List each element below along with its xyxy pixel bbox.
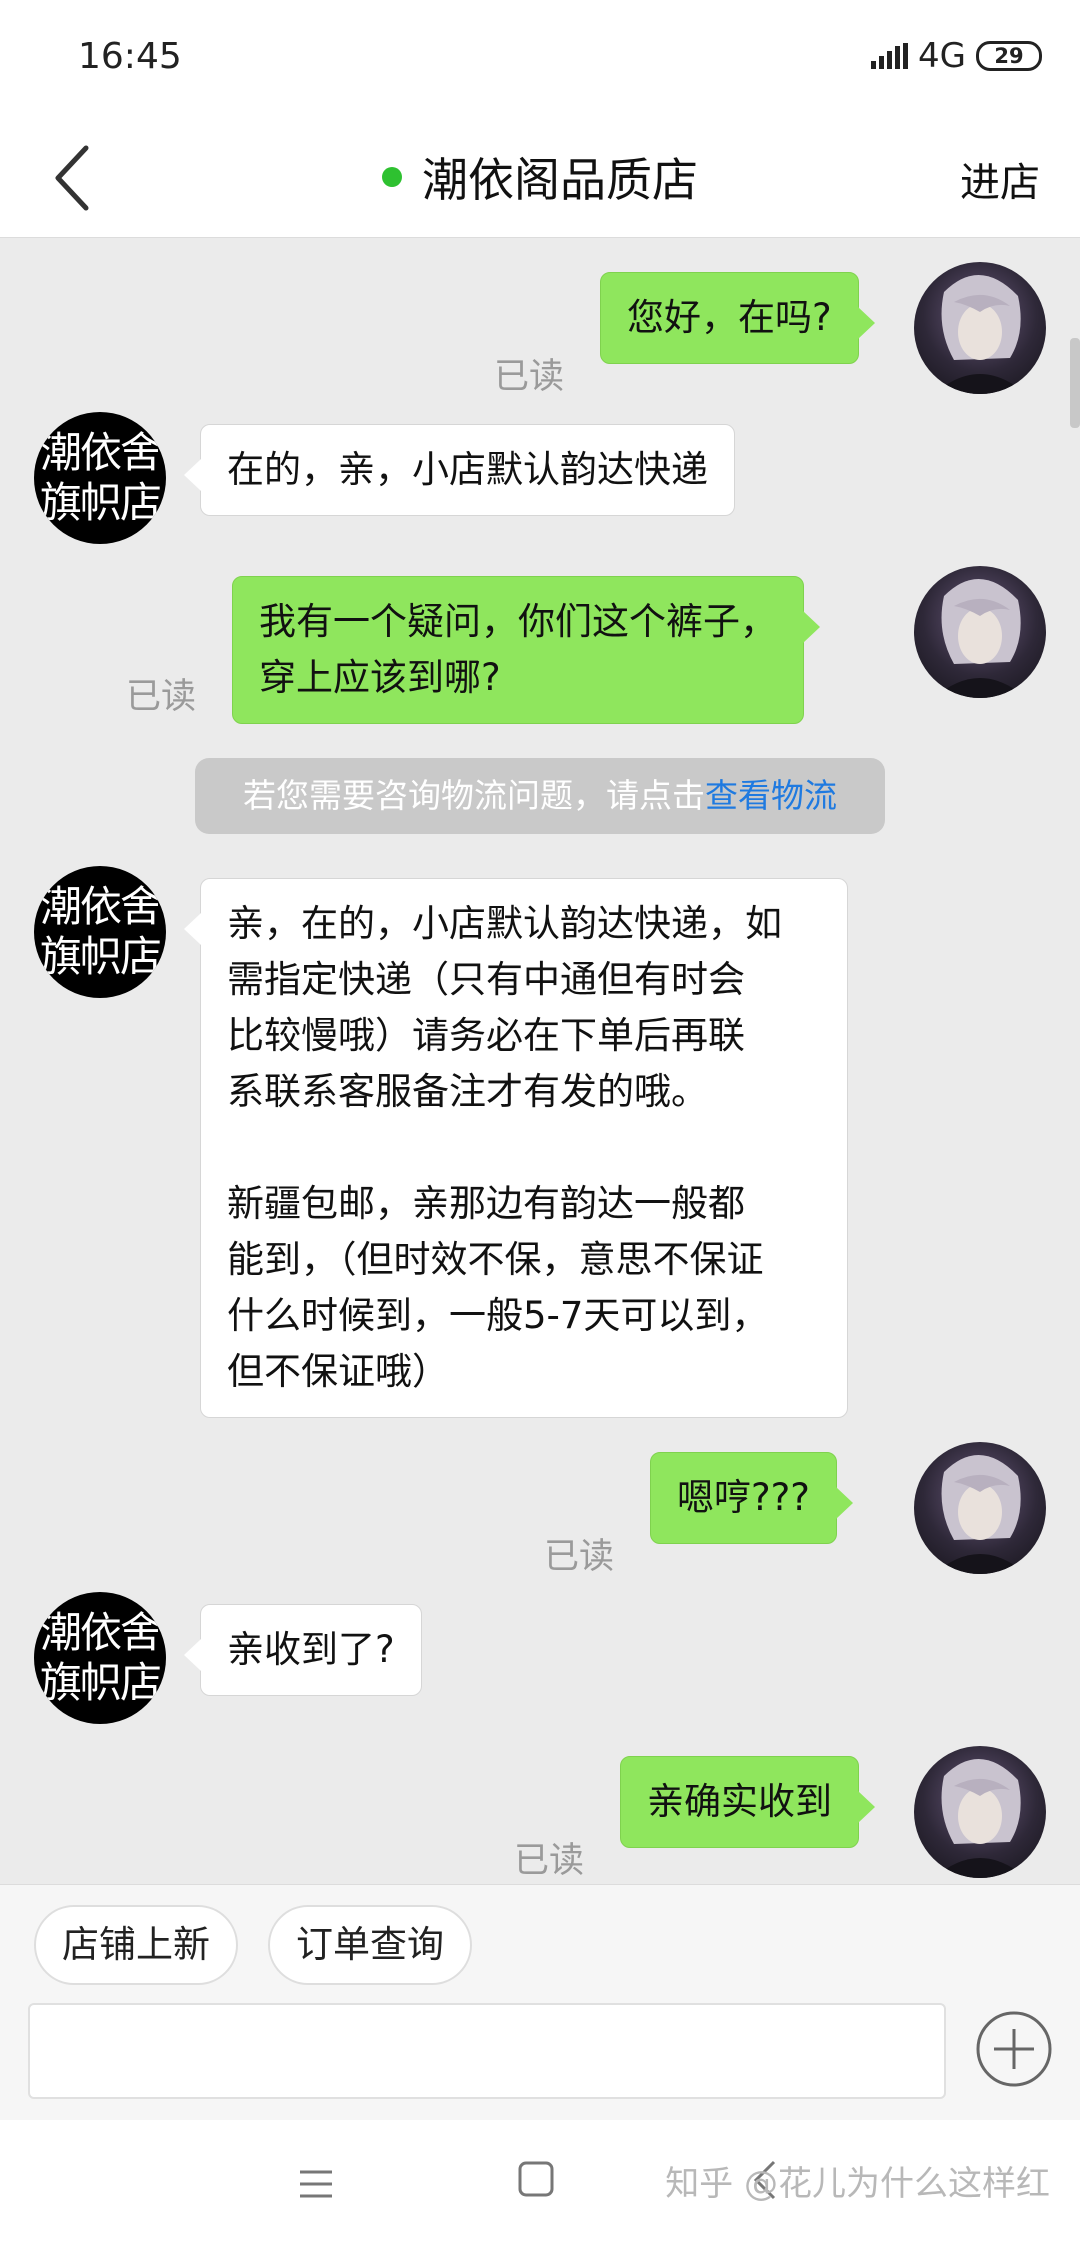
watermark: 知乎 @花儿为什么这样红 bbox=[665, 2164, 1050, 2204]
status-time: 16:45 bbox=[78, 36, 182, 77]
my-message-bubble[interactable]: 您好，在吗? bbox=[600, 272, 875, 364]
menu-button[interactable] bbox=[296, 2164, 336, 2204]
shop-avatar-line2: 旗帜店 bbox=[39, 932, 162, 981]
message-text-line: 需指定快递（只有中通但有时会 bbox=[227, 958, 745, 1001]
signal-icon bbox=[871, 43, 909, 69]
read-status: 已读 bbox=[514, 1841, 585, 1881]
message-text-line: 我有一个疑问，你们这个裤子， bbox=[259, 600, 777, 643]
back-button[interactable] bbox=[40, 138, 110, 218]
message-text: 亲确实收到 bbox=[647, 1780, 832, 1823]
read-status: 已读 bbox=[494, 357, 565, 397]
order-query-button[interactable]: 订单查询 bbox=[268, 1905, 472, 1985]
home-button[interactable] bbox=[517, 2160, 555, 2198]
read-status: 已读 bbox=[544, 1537, 615, 1577]
logistics-notice: 若您需要咨询物流问题，请点击查看物流 bbox=[195, 758, 885, 834]
message-text-line: 新疆包邮，亲那边有韵达一般都 bbox=[227, 1182, 745, 1225]
network-label: 4G bbox=[918, 36, 966, 76]
online-status-dot bbox=[382, 167, 402, 187]
message-text-line: 但不保证哦） bbox=[227, 1350, 449, 1393]
my-message-bubble[interactable]: 嗯哼??? bbox=[650, 1452, 853, 1544]
shop-avatar-line2: 旗帜店 bbox=[39, 1658, 162, 1707]
title-wrap: 潮依阁品质店 bbox=[0, 116, 1080, 238]
status-right: 4G 29 bbox=[871, 36, 1042, 76]
user-avatar[interactable] bbox=[914, 1442, 1046, 1574]
message-text: 在的，亲，小店默认韵达快递 bbox=[227, 448, 708, 491]
system-nav-bar: 知乎 @花儿为什么这样红 bbox=[0, 2120, 1080, 2248]
view-logistics-link[interactable]: 查看物流 bbox=[705, 776, 837, 815]
message-text: 嗯哼??? bbox=[677, 1476, 810, 1519]
notice-text: 若您需要咨询物流问题，请点击 bbox=[243, 776, 705, 815]
scrollbar[interactable] bbox=[1070, 338, 1080, 428]
shop-avatar-line1: 潮依舍 bbox=[39, 1608, 162, 1657]
shop-avatar[interactable]: 潮依舍 旗帜店 bbox=[34, 412, 166, 544]
message-input[interactable] bbox=[28, 2003, 946, 2099]
message-text-line: 穿上应该到哪? bbox=[259, 656, 501, 699]
message-text-line: 系联系客服备注才有发的哦。 bbox=[227, 1070, 708, 1113]
add-button[interactable] bbox=[974, 2009, 1054, 2089]
shop-avatar-line2: 旗帜店 bbox=[39, 478, 162, 527]
new-arrivals-button[interactable]: 店铺上新 bbox=[34, 1905, 238, 1985]
message-text: 亲收到了? bbox=[227, 1628, 395, 1671]
square-icon bbox=[518, 2161, 554, 2197]
chevron-left-icon bbox=[55, 145, 89, 211]
user-avatar-icon bbox=[934, 1758, 1026, 1878]
shop-message-bubble[interactable]: 在的，亲，小店默认韵达快递 bbox=[184, 424, 735, 516]
shop-message-bubble[interactable]: 亲，在的，小店默认韵达快递，如 需指定快递（只有中通但有时会 比较慢哦）请务必在… bbox=[184, 878, 848, 1418]
input-panel: 店铺上新 订单查询 bbox=[0, 1884, 1080, 2120]
message-text-line: 比较慢哦）请务必在下单后再联 bbox=[227, 1014, 745, 1057]
user-avatar[interactable] bbox=[914, 1746, 1046, 1878]
menu-icon bbox=[300, 2170, 332, 2198]
user-avatar[interactable] bbox=[914, 262, 1046, 394]
user-avatar-icon bbox=[934, 274, 1026, 394]
page-title: 潮依阁品质店 bbox=[422, 153, 698, 207]
message-text-line: 什么时候到，一般5-7天可以到， bbox=[227, 1294, 769, 1337]
read-status: 已读 bbox=[126, 677, 197, 717]
message-text: 您好，在吗? bbox=[627, 296, 832, 339]
plus-circle-icon bbox=[976, 2011, 1052, 2087]
enter-shop-button[interactable]: 进店 bbox=[960, 150, 1040, 208]
user-avatar-icon bbox=[934, 578, 1026, 698]
message-text-line: 能到，（但时效不保，意思不保证 bbox=[227, 1238, 764, 1281]
battery-icon: 29 bbox=[976, 41, 1042, 71]
user-avatar-icon bbox=[934, 1454, 1026, 1574]
my-message-bubble[interactable]: 亲确实收到 bbox=[620, 1756, 875, 1848]
status-bar: 16:45 4G 29 bbox=[0, 0, 1080, 116]
shop-avatar[interactable]: 潮依舍 旗帜店 bbox=[34, 866, 166, 998]
shop-avatar[interactable]: 潮依舍 旗帜店 bbox=[34, 1592, 166, 1724]
chat-header: 潮依阁品质店 进店 bbox=[0, 116, 1080, 238]
message-text-line: 亲，在的，小店默认韵达快递，如 bbox=[227, 902, 782, 945]
shop-message-bubble[interactable]: 亲收到了? bbox=[184, 1604, 422, 1696]
shop-avatar-line1: 潮依舍 bbox=[39, 882, 162, 931]
user-avatar[interactable] bbox=[914, 566, 1046, 698]
my-message-bubble[interactable]: 我有一个疑问，你们这个裤子， 穿上应该到哪? bbox=[232, 576, 820, 724]
shop-avatar-line1: 潮依舍 bbox=[39, 428, 162, 477]
chat-area[interactable]: 您好，在吗? 已读 潮依舍 旗帜店 在的，亲，小店默认韵达快递 我有一个疑问，你… bbox=[0, 238, 1080, 1884]
